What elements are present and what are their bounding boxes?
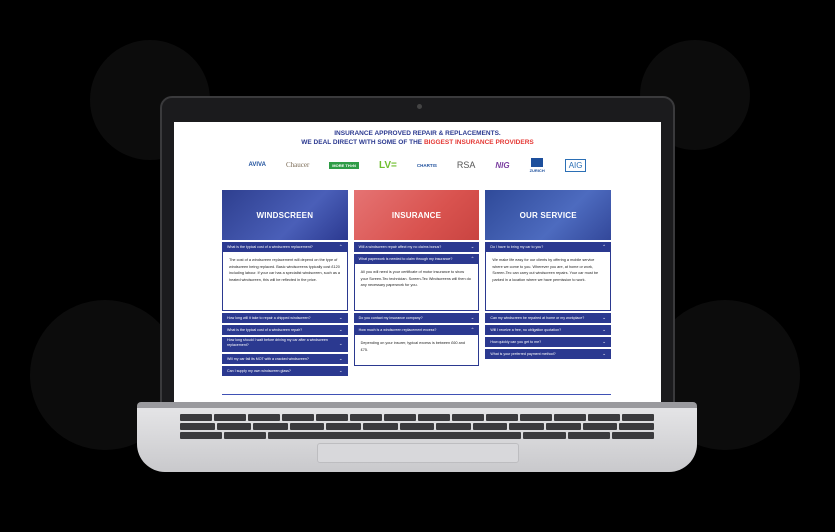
service-hero: OUR SERVICE [485,190,612,240]
faq-answer: The cost of a windscreen replacement wil… [222,252,348,311]
faq-question[interactable]: How much is a windscreen replacement exc… [353,325,480,335]
logo-more-than: MORE TH>N [329,161,359,169]
chevron-down-icon: ⌄ [602,327,607,332]
faq-question[interactable]: Can my windscreen be repaired at home or… [485,313,612,323]
trackpad [317,443,519,463]
faq-answer: Depending on your insurer, typical exces… [353,335,480,366]
laptop-screen: INSURANCE APPROVED REPAIR & REPLACEMENTS… [174,122,661,406]
logo-nig: NIG [495,160,510,170]
laptop-hinge [137,402,697,408]
webcam [417,104,422,109]
chevron-up-icon: ⌃ [470,327,475,332]
chevron-down-icon: ⌄ [338,368,343,373]
windscreen-hero: WINDSCREEN [222,190,348,240]
chevron-down-icon: ⌄ [338,327,343,332]
chevron-down-icon: ⌄ [338,315,343,320]
chevron-down-icon: ⌄ [602,351,607,356]
keyboard-row [180,432,655,439]
logo-lv: LV= [378,159,397,171]
banner-line-1: INSURANCE APPROVED REPAIR & REPLACEMENTS… [334,130,501,137]
chevron-down-icon: ⌄ [602,315,607,320]
chevron-up-icon: ⌃ [470,256,475,261]
keyboard-row [180,414,654,421]
logo-chartis: CHARTIS [416,162,437,168]
keyboard-row [180,423,654,430]
section-divider [222,394,611,395]
faq-question[interactable]: Will a windscreen repair affect my no cl… [353,242,480,252]
chevron-up-icon: ⌃ [338,244,343,249]
chevron-up-icon: ⌃ [602,244,607,249]
faq-question[interactable]: What paperwork is needed to claim throug… [353,254,480,264]
banner-highlight: BIGGEST INSURANCE PROVIDERS [423,139,534,146]
logo-rsa: RSA [456,160,476,170]
faq-question[interactable]: What is the typical cost of a windscreen… [222,242,348,252]
faq-question[interactable]: Will I receive a free, no obligation quo… [485,325,612,335]
faq-question[interactable]: How quickly can you get to me? ⌄ [485,337,612,347]
insurance-title: INSURANCE [391,210,442,220]
logo-zurich: ZURICH [529,157,545,173]
faq-question[interactable]: Can I supply my own windscreen glass? ⌄ [222,366,348,376]
logo-zurich-label: ZURICH [529,167,545,173]
faq-answer: We make life easy for our clients by off… [485,252,612,311]
chevron-down-icon: ⌄ [470,244,475,249]
faq-column-service: OUR SERVICE Do I have to bring my car to… [485,190,612,376]
windscreen-title: WINDSCREEN [256,210,314,220]
chevron-down-icon: ⌄ [338,341,343,346]
banner-line-2: WE DEAL DIRECT WITH SOME OF THE BIGGEST … [174,138,661,147]
faq-answer: All you will need is your certificate of… [353,264,480,311]
faq-question[interactable]: Do I have to bring my car to you? ⌃ [485,242,612,252]
faq-question[interactable]: How long should I wait before driving my… [222,337,348,352]
logo-aviva: AVIVA [248,162,266,168]
faq-columns: WINDSCREEN What is the typical cost of a… [222,190,612,376]
faq-question[interactable]: What is the typical cost of a windscreen… [222,325,348,335]
logo-chaucer: Chaucer [285,161,310,169]
faq-question[interactable]: How long will it take to repair a chippe… [222,313,348,323]
faq-column-insurance: INSURANCE Will a windscreen repair affec… [353,190,480,376]
banner-line-2-prefix: WE DEAL DIRECT WITH SOME OF THE [301,139,423,146]
chevron-down-icon: ⌄ [602,339,607,344]
faq-question[interactable]: Will my car fail its MOT with a cracked … [222,354,348,364]
logo-aig: AIG [564,158,587,172]
chevron-down-icon: ⌄ [338,356,343,361]
chevron-down-icon: ⌄ [470,315,475,320]
insurance-banner: INSURANCE APPROVED REPAIR & REPLACEMENTS… [174,129,661,147]
service-title: OUR SERVICE [519,210,577,220]
faq-question[interactable]: What is your preferred payment method? ⌄ [485,349,612,359]
faq-question[interactable]: Do you contact my insurance company? ⌄ [353,313,480,323]
insurance-hero: INSURANCE [353,190,480,240]
faq-column-windscreen: WINDSCREEN What is the typical cost of a… [222,190,348,376]
insurer-logos: AVIVA Chaucer MORE TH>N LV= CHARTIS RSA … [174,156,661,174]
